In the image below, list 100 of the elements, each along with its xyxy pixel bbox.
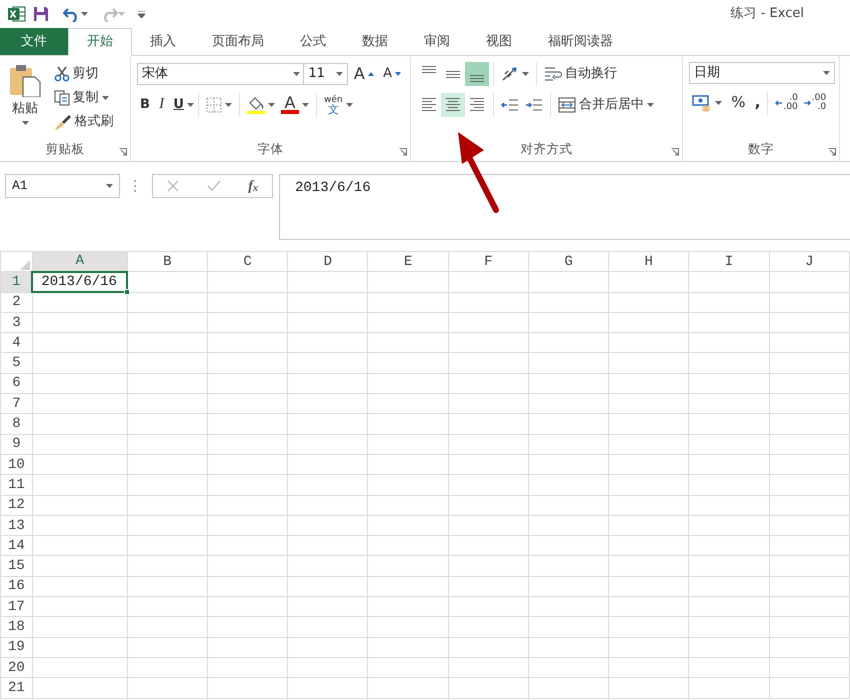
row-header[interactable]: 21 bbox=[0, 678, 32, 698]
column-header[interactable]: E bbox=[368, 252, 448, 272]
row-header[interactable]: 9 bbox=[0, 434, 32, 454]
ribbon-tab[interactable]: 数据 bbox=[344, 28, 406, 55]
column-header[interactable]: I bbox=[688, 252, 770, 272]
phonetic-guide-button[interactable]: wén 文 bbox=[320, 92, 356, 116]
indent-icon bbox=[525, 96, 543, 112]
ribbon-tab[interactable]: 视图 bbox=[468, 28, 530, 55]
outdent-icon bbox=[501, 96, 519, 112]
wrap-text-button[interactable]: 自动换行 bbox=[541, 62, 620, 86]
row-header[interactable]: 10 bbox=[0, 454, 32, 475]
copy-icon bbox=[54, 90, 70, 106]
dialog-launcher-button[interactable] bbox=[399, 148, 407, 156]
vertical-align-button[interactable] bbox=[465, 62, 489, 86]
row-header[interactable]: 17 bbox=[0, 596, 32, 617]
text-lines-icon bbox=[470, 75, 484, 82]
caret-icon bbox=[102, 96, 108, 100]
column-header[interactable]: A bbox=[32, 252, 128, 272]
undo-button[interactable] bbox=[62, 6, 88, 22]
row-header[interactable]: 8 bbox=[0, 414, 32, 434]
row-header[interactable]: 20 bbox=[0, 657, 32, 678]
dialog-launcher-button[interactable] bbox=[828, 148, 836, 156]
column-header[interactable]: G bbox=[528, 252, 609, 272]
dialog-launcher-button[interactable] bbox=[671, 148, 679, 156]
row-header[interactable]: 11 bbox=[0, 474, 32, 496]
row-header[interactable]: 5 bbox=[0, 352, 32, 374]
checkmark-icon bbox=[206, 180, 221, 192]
column-header[interactable]: C bbox=[207, 252, 288, 272]
file-tab[interactable]: 文件 bbox=[0, 28, 68, 55]
bold-button[interactable]: B bbox=[137, 92, 153, 116]
percent-button[interactable]: % bbox=[728, 90, 749, 114]
row-header[interactable]: 3 bbox=[0, 312, 32, 333]
customize-toolbar-button[interactable] bbox=[138, 10, 144, 18]
row-header[interactable]: 6 bbox=[0, 373, 32, 394]
row-header[interactable]: 4 bbox=[0, 332, 32, 353]
row-header[interactable]: 12 bbox=[0, 495, 32, 516]
decrease-font-size-button[interactable]: A bbox=[380, 62, 404, 86]
text-lines-icon bbox=[422, 98, 436, 111]
insert-function-button[interactable]: f$_{x}$ bbox=[248, 176, 258, 196]
dialog-launcher-button[interactable] bbox=[119, 148, 127, 156]
merge-cells-icon bbox=[558, 96, 576, 112]
paint-bucket-icon bbox=[246, 96, 265, 114]
row-header[interactable]: 2 bbox=[0, 292, 32, 312]
format-painter-button[interactable]: 格式刷 bbox=[50, 110, 116, 134]
column-header[interactable]: H bbox=[608, 252, 689, 272]
row-header[interactable]: 19 bbox=[0, 637, 32, 658]
row-header[interactable]: 7 bbox=[0, 394, 32, 414]
caret-icon bbox=[336, 72, 343, 76]
paintbrush-icon bbox=[54, 114, 72, 130]
column-header[interactable]: D bbox=[288, 252, 368, 272]
ribbon-tab[interactable]: 插入 bbox=[132, 28, 194, 55]
row-header[interactable]: 15 bbox=[0, 556, 32, 576]
font-color-button[interactable]: A bbox=[278, 92, 312, 116]
font-size-select[interactable]: 11 bbox=[303, 63, 348, 85]
formula-input[interactable]: 2013/6/16 bbox=[279, 174, 850, 240]
caret-icon bbox=[80, 12, 88, 16]
row-header[interactable]: 1 bbox=[0, 272, 32, 292]
fill-handle[interactable] bbox=[124, 289, 130, 296]
down-triangle-icon bbox=[395, 72, 401, 76]
group-label: 对齐方式 bbox=[520, 140, 572, 158]
font-name-select[interactable]: 宋体 bbox=[137, 63, 306, 85]
excel-logo-button[interactable] bbox=[8, 5, 26, 23]
horizontal-align-button[interactable] bbox=[441, 92, 465, 116]
underline-button[interactable]: U bbox=[170, 92, 187, 116]
column-header[interactable]: B bbox=[127, 252, 208, 272]
column-header[interactable]: J bbox=[769, 252, 850, 272]
decrease-decimal-button[interactable]: .00 .0 bbox=[800, 90, 830, 114]
left-arrow-icon bbox=[775, 100, 782, 106]
row-header[interactable]: 16 bbox=[0, 576, 32, 597]
table-cell[interactable]: 2013/6/16 bbox=[32, 272, 128, 292]
merge-center-button[interactable]: 合并后居中 bbox=[555, 92, 657, 116]
group-label: 数字 bbox=[748, 140, 774, 158]
ribbon-tab[interactable]: 开始 bbox=[68, 28, 132, 56]
comma-style-button[interactable]: , bbox=[752, 90, 764, 114]
ribbon-tab[interactable]: 公式 bbox=[282, 28, 344, 55]
row-header[interactable]: 18 bbox=[0, 616, 32, 638]
number-format-select[interactable]: 日期 bbox=[689, 62, 835, 84]
text-lines-icon bbox=[422, 66, 436, 73]
scissors-icon bbox=[54, 66, 70, 82]
caret-icon bbox=[346, 102, 353, 106]
increase-decimal-button[interactable]: .0 .00 bbox=[772, 90, 801, 114]
name-box[interactable]: A1 bbox=[5, 174, 120, 198]
dropdown-menu-icon bbox=[138, 10, 144, 18]
spreadsheet-logo-icon bbox=[8, 5, 26, 23]
close-icon bbox=[166, 180, 179, 192]
ribbon-tab[interactable]: 审阅 bbox=[406, 28, 468, 55]
row-header[interactable]: 14 bbox=[0, 536, 32, 556]
ribbon-tab[interactable]: 页面布局 bbox=[194, 28, 282, 55]
row-header[interactable]: 13 bbox=[0, 515, 32, 536]
cut-button[interactable]: 剪切 bbox=[50, 62, 116, 86]
paste-button[interactable]: 粘贴 bbox=[6, 62, 44, 138]
column-header[interactable]: F bbox=[448, 252, 528, 272]
drag-handle-icon bbox=[134, 180, 136, 192]
corner-arrow-icon bbox=[671, 148, 679, 156]
ribbon-tab[interactable]: 福昕阅读器 bbox=[530, 28, 631, 55]
copy-button[interactable]: 复制 bbox=[50, 86, 116, 110]
increase-font-size-button[interactable]: A bbox=[350, 62, 377, 86]
italic-button[interactable]: I bbox=[156, 92, 168, 116]
caret-icon bbox=[302, 102, 309, 106]
wrap-text-icon bbox=[544, 66, 562, 82]
